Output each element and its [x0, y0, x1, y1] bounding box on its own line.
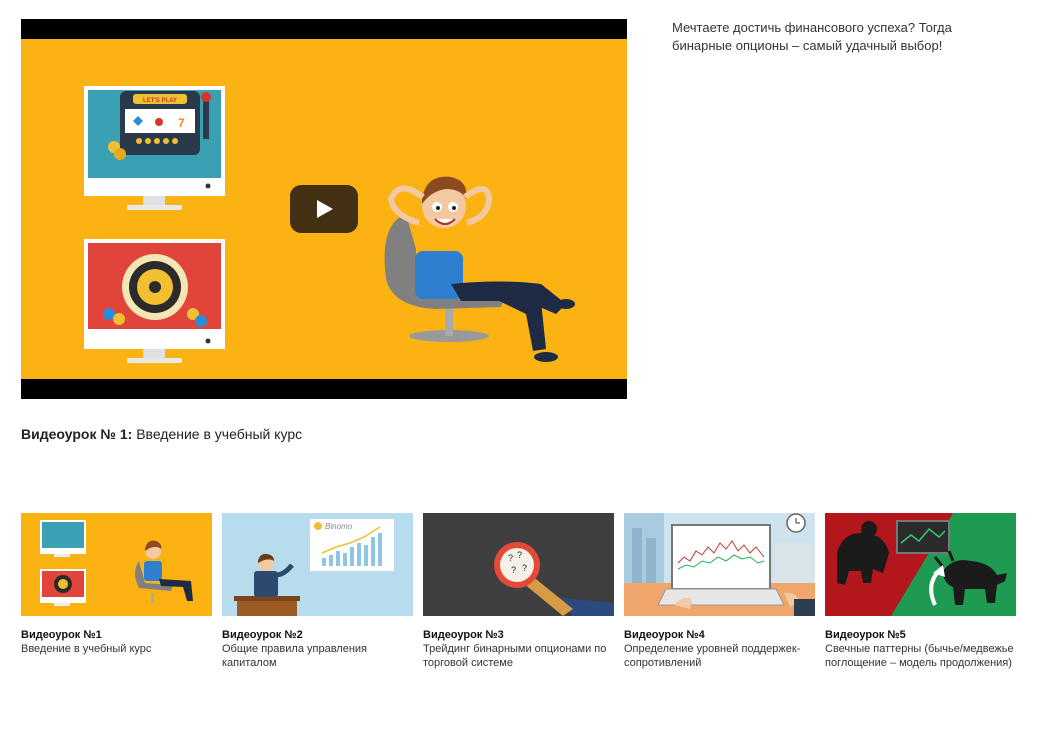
lesson-2-title: Видеоурок №2 — [222, 629, 303, 641]
slot-machine-monitor: LET'S PLAY 7 — [84, 86, 225, 210]
svg-text:?: ? — [511, 565, 516, 575]
intro-text: Мечтаете достичь финансового успеха? Тог… — [672, 20, 952, 53]
slot-label: LET'S PLAY — [143, 98, 177, 104]
lesson-card-1[interactable]: Видеоурок №1 Введение в учебный курс — [21, 513, 212, 656]
svg-text:?: ? — [508, 553, 513, 563]
lesson-card-3[interactable]: ? ? ? ? Видеоурок №3 Трейдинг бинарными … — [423, 513, 614, 670]
lesson-card-4[interactable]: Видеоурок №4 Определение уровней поддерж… — [624, 513, 815, 670]
svg-text:?: ? — [522, 563, 527, 573]
play-button[interactable] — [290, 185, 358, 233]
lesson-5-thumbnail[interactable] — [825, 513, 1016, 616]
lesson-1-thumbnail[interactable] — [21, 513, 212, 616]
lesson-4-title: Видеоурок №4 — [624, 629, 705, 641]
current-video-caption: Видеоурок № 1: Введение в учебный курс — [21, 426, 302, 442]
lesson-4-desc: Определение уровней поддержек-сопротивле… — [624, 643, 801, 669]
svg-text:7: 7 — [178, 116, 185, 130]
lesson-3-title: Видеоурок №3 — [423, 629, 504, 641]
lesson-4-thumbnail[interactable] — [624, 513, 815, 616]
lesson-card-5[interactable]: Видеоурок №5 Свечные паттерны (бычье/мед… — [825, 513, 1016, 670]
caption-lesson-title: Введение в учебный курс — [132, 426, 303, 442]
lesson-5-desc: Свечные паттерны (бычье/медвежье поглоще… — [825, 643, 1014, 669]
lesson-2-thumbnail[interactable]: Binomo — [222, 513, 413, 616]
play-icon — [317, 200, 333, 218]
lesson-3-thumbnail[interactable]: ? ? ? ? — [423, 513, 614, 616]
lesson-1-title: Видеоурок №1 — [21, 629, 102, 641]
lesson-card-2[interactable]: Binomo Видеоурок №2 Общие правила управл… — [222, 513, 413, 670]
caption-lesson-number: Видеоурок № 1: — [21, 426, 133, 442]
video-player[interactable]: LET'S PLAY 7 — [21, 19, 627, 399]
man-in-chair — [384, 176, 575, 362]
lesson-1-desc: Введение в учебный курс — [21, 643, 152, 655]
roulette-monitor — [84, 239, 225, 363]
svg-text:?: ? — [517, 550, 522, 560]
binomo-logo: Binomo — [325, 522, 353, 531]
lesson-3-desc: Трейдинг бинарными опционами по торговой… — [423, 643, 607, 669]
lesson-5-title: Видеоурок №5 — [825, 629, 906, 641]
lesson-2-desc: Общие правила управления капиталом — [222, 643, 367, 669]
